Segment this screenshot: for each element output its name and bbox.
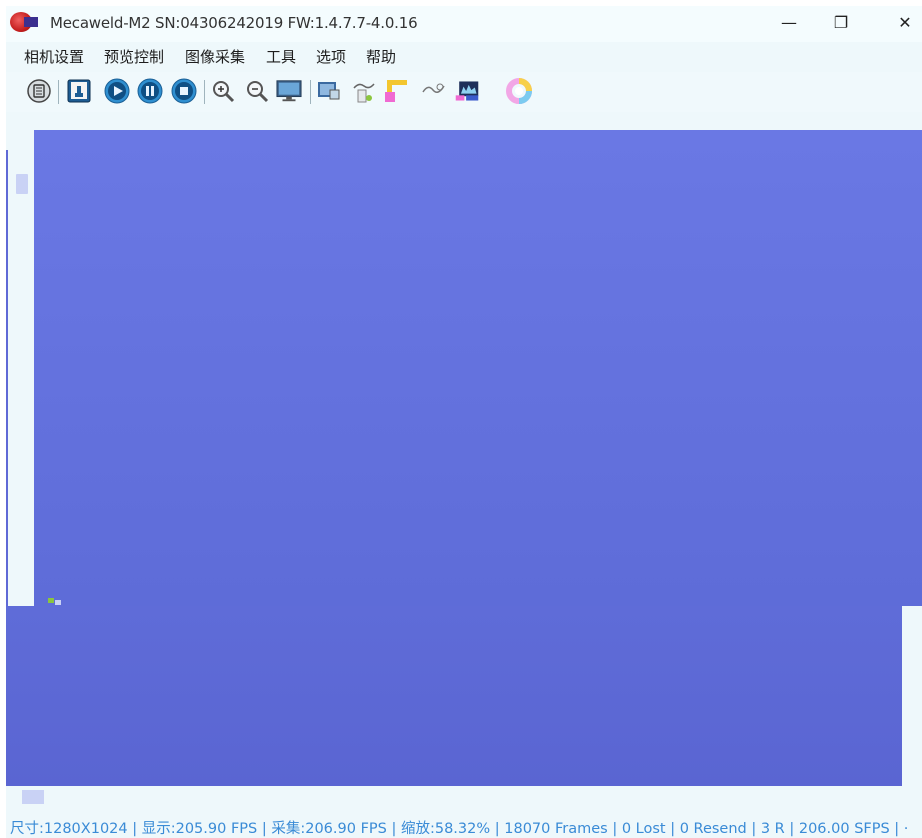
zoom-in-icon[interactable] [210, 78, 236, 104]
histogram-icon[interactable] [454, 78, 480, 104]
menu-tools[interactable]: 工具 [266, 46, 296, 67]
zoom-out-icon[interactable] [244, 78, 270, 104]
calibrate-icon[interactable] [350, 78, 376, 104]
color-wheel-icon[interactable] [506, 78, 532, 104]
ruler-icon[interactable] [384, 78, 410, 104]
image-process-icon[interactable] [316, 78, 342, 104]
camera-open-icon[interactable] [66, 78, 92, 104]
minimize-button[interactable]: — [774, 10, 804, 36]
menu-preview-control[interactable]: 预览控制 [104, 46, 164, 67]
stop-icon[interactable] [171, 78, 197, 104]
title-bar: Mecaweld-M2 SN:04306242019 FW:1.4.7.7-4.… [6, 6, 922, 42]
window-title: Mecaweld-M2 SN:04306242019 FW:1.4.7.7-4.… [50, 14, 418, 32]
vertical-scroll-thumb[interactable] [16, 174, 28, 194]
toolbar-separator [204, 80, 205, 104]
close-button[interactable]: ✕ [890, 10, 920, 36]
image-viewport[interactable] [6, 130, 922, 786]
vertical-scrollbar[interactable] [6, 150, 8, 606]
app-logo-icon [10, 12, 38, 32]
menu-image-capture[interactable]: 图像采集 [185, 46, 245, 67]
menu-bar: 相机设置 预览控制 图像采集 工具 选项 帮助 [6, 42, 922, 72]
status-bar: 尺寸:1280X1024 | 显示:205.90 FPS | 采集:206.90… [6, 814, 922, 838]
horizontal-scroll-thumb[interactable] [22, 790, 44, 804]
crosshair-icon [48, 598, 61, 605]
camera-image [34, 130, 922, 606]
menu-help[interactable]: 帮助 [366, 46, 396, 67]
toolbar-separator [58, 80, 59, 104]
pause-icon[interactable] [137, 78, 163, 104]
play-icon[interactable] [104, 78, 130, 104]
toolbar-separator [310, 80, 311, 104]
monitor-icon[interactable] [276, 78, 302, 104]
status-text: 尺寸:1280X1024 | 显示:205.90 FPS | 采集:206.90… [10, 821, 909, 837]
camera-image-lower [6, 606, 902, 786]
menu-options[interactable]: 选项 [316, 46, 346, 67]
menu-camera-settings[interactable]: 相机设置 [24, 46, 84, 67]
maximize-button[interactable]: ❐ [826, 10, 856, 36]
app-window: Mecaweld-M2 SN:04306242019 FW:1.4.7.7-4.… [6, 6, 922, 838]
toolbar [6, 72, 922, 112]
network-icon[interactable] [420, 78, 446, 104]
camera-list-icon[interactable] [26, 78, 52, 104]
